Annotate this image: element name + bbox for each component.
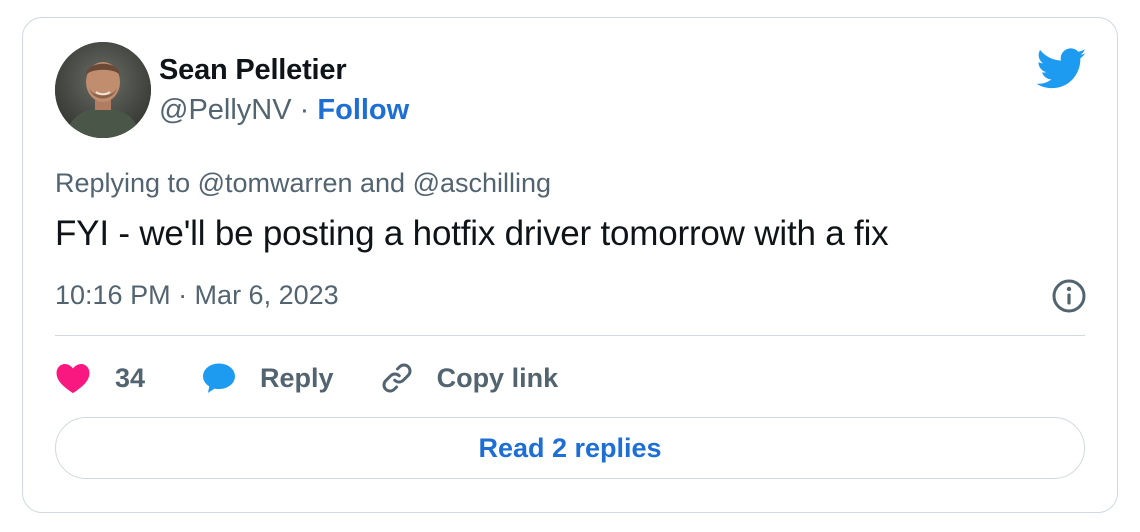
author-handle[interactable]: @PellyNV [159,94,292,126]
speech-bubble-icon [201,362,237,394]
action-bar: 34 Reply Copy link [55,358,558,398]
read-replies-button[interactable]: Read 2 replies [55,417,1085,479]
link-icon [379,360,415,396]
heart-icon [55,362,91,394]
like-count: 34 [115,362,146,393]
replying-to: Replying to @tomwarren and @aschilling [55,168,552,198]
copy-link-button[interactable]: Copy link [379,360,559,396]
tweet-text: FYI - we'll be posting a hotfix driver t… [55,214,889,253]
like-button[interactable]: 34 [55,362,145,394]
reply-label: Reply [260,362,334,393]
reply-button[interactable]: Reply [201,362,334,394]
handle-separator: · [299,94,310,126]
tweet-timestamp[interactable]: 10:16 PM · Mar 6, 2023 [55,280,339,311]
divider [55,335,1085,336]
follow-button[interactable]: Follow [317,94,409,126]
copy-link-label: Copy link [436,362,559,393]
avatar[interactable] [55,42,151,138]
tweet-card: Sean Pelletier @PellyNV · Follow Replyin… [22,17,1118,513]
author-handle-row: @PellyNV · Follow [159,94,409,127]
twitter-bird-icon[interactable] [1036,48,1087,90]
info-icon[interactable] [1051,278,1087,314]
author-name[interactable]: Sean Pelletier [159,54,347,87]
